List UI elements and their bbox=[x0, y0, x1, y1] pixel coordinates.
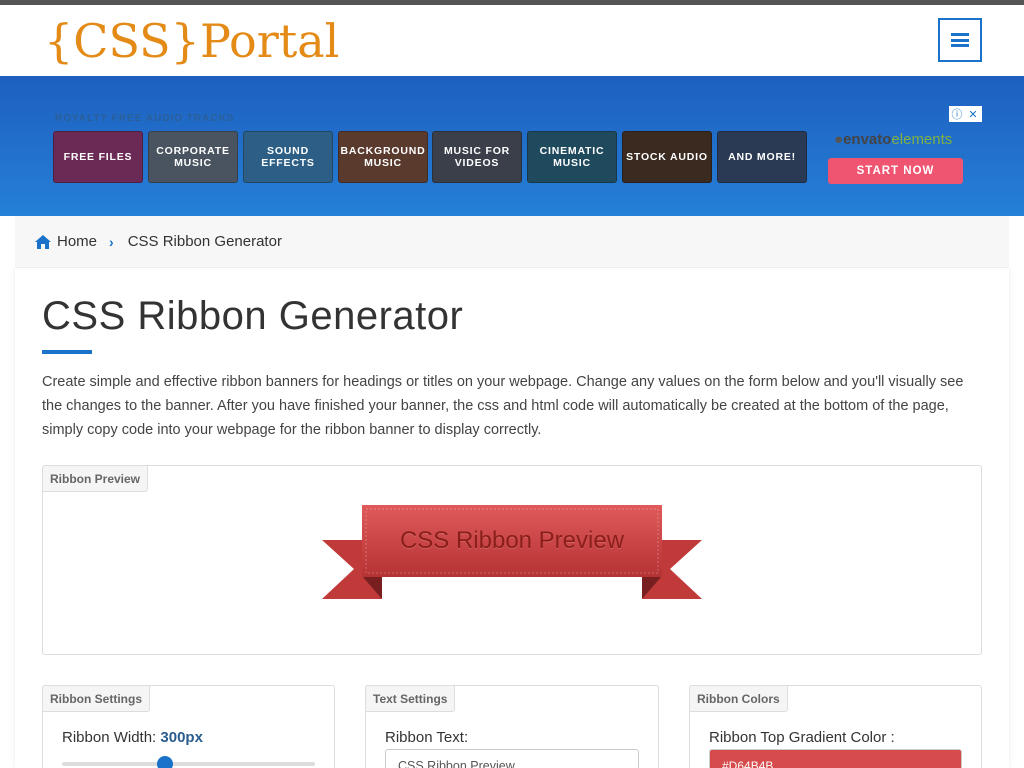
ribbon-width-value: 300px bbox=[160, 729, 203, 746]
menu-button[interactable] bbox=[938, 18, 982, 62]
ad-tile[interactable]: CORPORATE MUSIC bbox=[148, 131, 238, 183]
home-icon bbox=[35, 234, 51, 249]
breadcrumb-current: CSS Ribbon Generator bbox=[127, 233, 282, 250]
breadcrumb-home-label: Home bbox=[57, 233, 98, 250]
ad-tile[interactable]: AND MORE! bbox=[717, 131, 807, 183]
text-settings-tag: Text Settings bbox=[365, 685, 456, 712]
page-title: CSS Ribbon Generator bbox=[42, 294, 464, 338]
ad-tile[interactable]: STOCK AUDIO bbox=[622, 131, 712, 183]
ribbon-width-label-text: Ribbon Width: bbox=[62, 729, 157, 746]
ribbon-settings-panel: Ribbon Settings bbox=[42, 685, 335, 768]
ad-tile[interactable]: FREE FILES bbox=[53, 131, 143, 183]
title-underline bbox=[42, 350, 92, 354]
ad-tile[interactable]: CINEMATIC MUSIC bbox=[527, 131, 617, 183]
ad-info-icon[interactable]: ⓘ bbox=[949, 106, 965, 122]
ad-close-icon[interactable]: ✕ bbox=[965, 106, 981, 122]
ad-tagline: ROYALTY FREE AUDIO TRACKS bbox=[55, 113, 235, 124]
breadcrumb: Home › CSS Ribbon Generator bbox=[15, 216, 1009, 268]
ribbon-width-slider-handle[interactable] bbox=[157, 756, 173, 768]
ad-controls: ⓘ ✕ bbox=[949, 106, 982, 122]
ribbon-text-input[interactable] bbox=[385, 749, 639, 768]
site-logo[interactable]: {CSS}Portal bbox=[44, 13, 339, 69]
ad-start-now-button[interactable]: START NOW bbox=[828, 158, 963, 184]
ribbon-text-label: Ribbon Text: bbox=[385, 729, 469, 746]
ad-tile[interactable]: SOUND EFFECTS bbox=[243, 131, 333, 183]
ribbon-width-label: Ribbon Width: 300px bbox=[62, 729, 203, 746]
ad-brand-logo[interactable]: ●envatoelements bbox=[834, 131, 952, 148]
page-intro: Create simple and effective ribbon banne… bbox=[42, 374, 964, 438]
ribbon-preview-tag: Ribbon Preview bbox=[42, 465, 149, 492]
ad-tile[interactable]: MUSIC FOR VIDEOS bbox=[432, 131, 522, 183]
ribbon-preview-text: CSS Ribbon Preview bbox=[399, 527, 625, 554]
chevron-right-icon: › bbox=[109, 233, 114, 250]
ribbon-settings-tag: Ribbon Settings bbox=[42, 685, 150, 712]
ribbon-top-color-input[interactable] bbox=[709, 749, 962, 768]
ribbon-top-color-label: Ribbon Top Gradient Color : bbox=[709, 729, 895, 746]
breadcrumb-home[interactable]: Home bbox=[35, 233, 97, 250]
site-header: {CSS}Portal bbox=[0, 5, 1024, 76]
ad-brand-prefix: envato bbox=[843, 131, 892, 148]
ad-brand-suffix: elements bbox=[891, 131, 953, 148]
ribbon-width-slider-track[interactable] bbox=[62, 762, 315, 766]
ad-tile[interactable]: BACKGROUND MUSIC bbox=[338, 131, 428, 183]
hamburger-menu-icon bbox=[951, 33, 969, 47]
ribbon-colors-tag: Ribbon Colors bbox=[689, 685, 788, 712]
